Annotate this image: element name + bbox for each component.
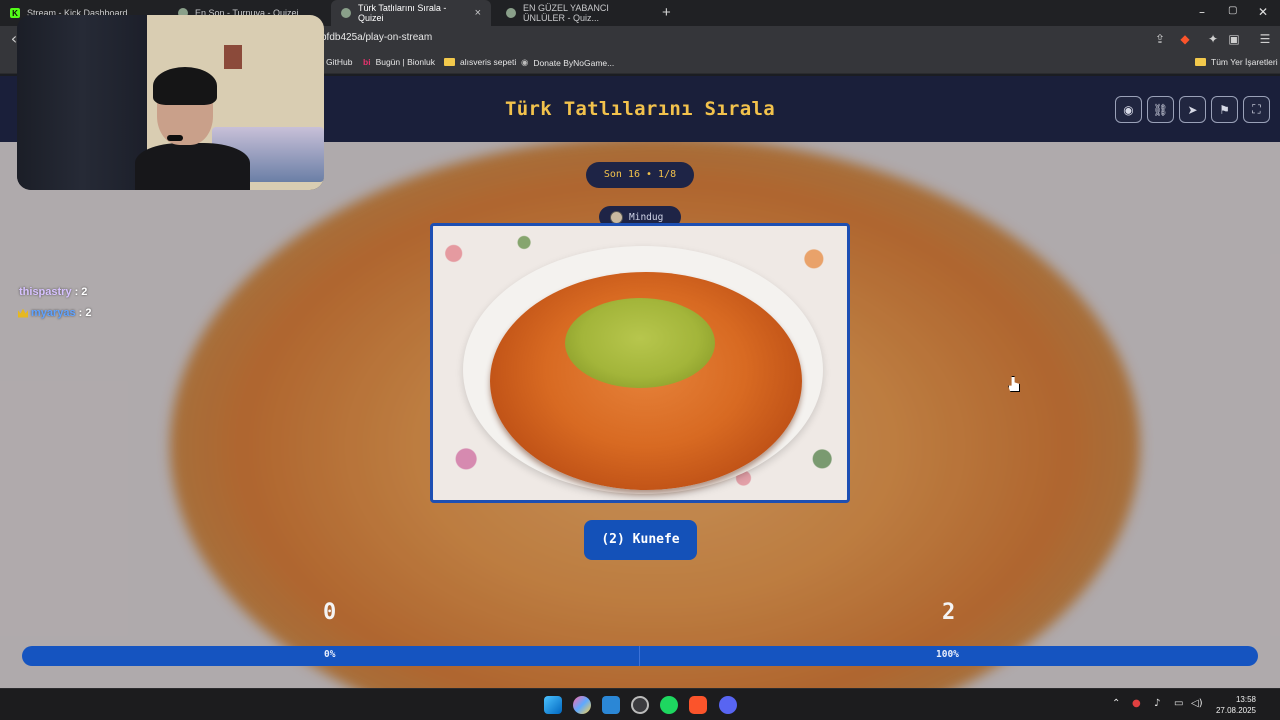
webcam-person-hair [153, 67, 217, 105]
webcam-picture-frame [224, 45, 242, 69]
flag-icon[interactable]: ⚑ [1211, 96, 1238, 123]
vote-progress-bar: 0% 100% [22, 646, 1258, 666]
new-tab-button[interactable]: + [662, 4, 671, 21]
score-left: 0 [323, 600, 337, 625]
clock-date: 27.08.2025 [1215, 706, 1256, 715]
send-icon[interactable]: ➤ [1179, 96, 1206, 123]
fullscreen-icon[interactable]: ⛶ [1243, 96, 1270, 123]
extensions-icon[interactable]: ✦ [1205, 31, 1221, 47]
chat-username: thispastry [19, 286, 72, 298]
chat-count: 2 [81, 286, 88, 298]
bynogame-icon: ◉ [521, 57, 529, 67]
tray-chevron-icon[interactable]: ⌃ [1112, 698, 1120, 709]
percent-left: 0% [324, 649, 336, 660]
round-indicator: Son 16 • 1/8 [586, 162, 694, 188]
tab-turk-tatlilari[interactable]: Türk Tatlılarını Sırala - Quizei × [331, 0, 491, 26]
clock-time: 13:58 [1235, 695, 1256, 704]
chat-vote-item: thispastry : 2 [19, 286, 87, 298]
pistachio-topping [565, 298, 715, 388]
tab-yabanci-unluler[interactable]: EN GÜZEL YABANCI ÜNLÜLER - Quiz... [496, 0, 656, 26]
webcam-curtain [17, 15, 147, 190]
close-tab-icon[interactable]: × [475, 7, 481, 19]
microphone-icon[interactable]: ♪ [1154, 698, 1160, 709]
author-avatar [610, 210, 623, 224]
tab-label: EN GÜZEL YABANCI ÜNLÜLER - Quiz... [523, 3, 609, 23]
bookmark-bionluk[interactable]: bi Bugün | Bionluk [363, 57, 435, 67]
maximize-button[interactable]: ▢ [1228, 5, 1237, 16]
all-bookmarks[interactable]: Tüm Yer İşaretleri [1195, 57, 1278, 67]
chat-count: 2 [85, 307, 92, 319]
menu-icon[interactable]: ☰ [1257, 31, 1273, 47]
copilot-icon[interactable] [573, 696, 591, 714]
tray-app-icon[interactable]: ● [1132, 698, 1141, 709]
eye-icon[interactable]: ◉ [1115, 96, 1142, 123]
brave-shield-icon[interactable]: ◆ [1177, 31, 1193, 47]
bookmark-label: Donate ByNoGame... [533, 57, 615, 68]
chat-vote-item: myaryas : 2 [18, 307, 91, 319]
bionluk-icon: bi [363, 57, 371, 67]
crown-icon [18, 308, 28, 318]
percent-right: 100% [936, 649, 959, 660]
system-clock[interactable]: 13:58 27.08.2025 [1208, 694, 1256, 716]
network-icon[interactable]: ▭ [1174, 698, 1183, 709]
webcam-overlay [17, 15, 324, 190]
bookmark-label: alısveris sepeti [460, 57, 517, 67]
score-right: 2 [942, 600, 956, 625]
volume-icon[interactable]: ◁) [1191, 698, 1203, 709]
item-image-card[interactable] [430, 223, 850, 503]
chat-separator: : [78, 307, 83, 319]
discord-icon[interactable] [719, 696, 737, 714]
close-window-button[interactable]: ✕ [1258, 5, 1268, 19]
progress-split [639, 646, 640, 666]
vscode-icon[interactable] [602, 696, 620, 714]
windows-start-icon[interactable] [544, 696, 562, 714]
quizei-icon [506, 8, 516, 18]
screen: K Stream - Kick Dashboard En Son - Turnu… [0, 0, 1280, 720]
bookmark-bynogame[interactable]: ◉ Donate ByNoGame... [521, 57, 614, 68]
quizei-icon [341, 8, 351, 18]
folder-icon [444, 58, 455, 66]
bookmark-github[interactable]: GitHub [326, 57, 352, 67]
brave-icon[interactable] [689, 696, 707, 714]
chat-separator: : [74, 286, 79, 298]
sidebar-icon[interactable]: ▣ [1226, 31, 1242, 47]
webcam-person-body [135, 143, 250, 190]
tab-label: Türk Tatlılarını Sırala - Quizei [358, 3, 447, 23]
link-icon[interactable]: ⛓ [1147, 96, 1174, 123]
folder-icon [1195, 58, 1206, 66]
bookmark-label: Tüm Yer İşaretleri [1211, 57, 1278, 67]
chat-username: myaryas [31, 307, 76, 319]
spotify-icon[interactable] [660, 696, 678, 714]
share-icon[interactable]: ⇪ [1152, 31, 1168, 47]
obs-icon[interactable] [631, 696, 649, 714]
minimize-button[interactable]: – [1199, 5, 1205, 19]
bookmark-label: GitHub [326, 57, 353, 67]
author-name: Mindug [629, 211, 664, 223]
taskbar: ⌃ ● ♪ ▭ ◁) 13:58 27.08.2025 [0, 688, 1280, 720]
url-field[interactable]: bfdb425a/play-on-stream [321, 32, 432, 43]
headset-mic [167, 135, 183, 141]
answer-button[interactable]: (2) Kunefe [584, 520, 697, 560]
bookmark-label: Bugün | Bionluk [375, 57, 435, 67]
bookmark-alisveris[interactable]: alısveris sepeti [444, 57, 516, 67]
